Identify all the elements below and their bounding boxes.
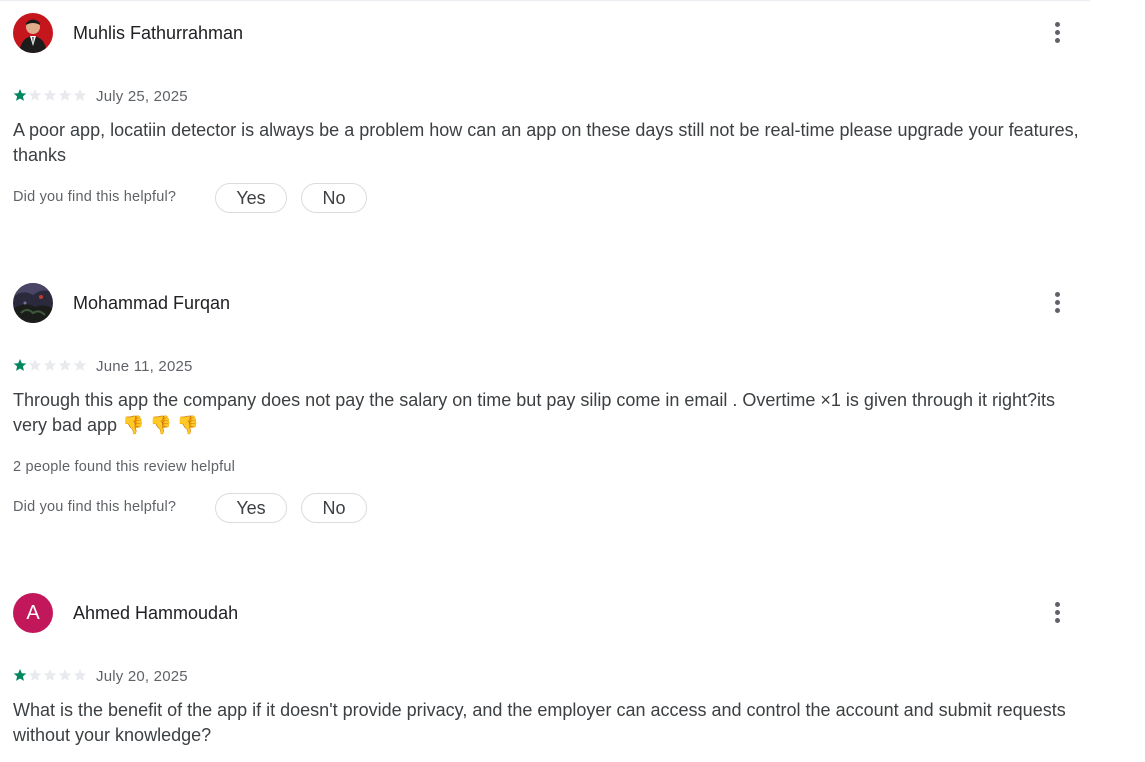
review-text: Through this app the company does not pa…: [13, 390, 1056, 435]
review-card: A Ahmed Hammoudah July 20, 2025 What is …: [13, 593, 1093, 745]
avatar: [13, 13, 53, 53]
helpful-row: Did you find this helpful? Yes No: [13, 183, 373, 213]
review-header: A Ahmed Hammoudah: [13, 593, 1093, 633]
review-card: Muhlis Fathurrahman July 25, 2025 A poor…: [13, 13, 1093, 213]
no-button[interactable]: No: [301, 493, 367, 523]
helpful-question: Did you find this helpful?: [13, 189, 177, 205]
no-button[interactable]: No: [301, 183, 367, 213]
review-text: What is the benefit of the app if it doe…: [13, 700, 1066, 745]
avatar: A: [13, 593, 53, 633]
helpful-row: Did you find this helpful? Yes No: [13, 493, 373, 523]
more-vert-icon[interactable]: [1043, 599, 1071, 627]
yes-button[interactable]: Yes: [215, 183, 287, 213]
star-rating: [13, 668, 88, 684]
review-date: July 25, 2025: [96, 88, 188, 105]
review-text: A poor app, locatiin detector is always …: [13, 120, 1079, 165]
review-author: Muhlis Fathurrahman: [73, 23, 244, 43]
star-rating: [13, 358, 88, 374]
avatar: [13, 283, 53, 323]
star-icon: [13, 89, 27, 101]
top-divider: [0, 0, 1090, 2]
review-author: Ahmed Hammoudah: [73, 603, 239, 623]
yes-button[interactable]: Yes: [215, 493, 287, 523]
helpful-count: 2 people found this review helpful: [13, 459, 236, 475]
more-vert-icon[interactable]: [1043, 19, 1071, 47]
star-icon: [13, 669, 27, 681]
star-rating: [13, 88, 88, 104]
review-header: Muhlis Fathurrahman: [13, 13, 1093, 53]
review-date: July 20, 2025: [96, 668, 188, 685]
review-date: June 11, 2025: [96, 358, 193, 375]
review-author: Mohammad Furqan: [73, 293, 231, 313]
helpful-question: Did you find this helpful?: [13, 499, 177, 515]
review-card: Mohammad Furqan June 11, 2025 Through th…: [13, 283, 1093, 523]
star-icon: [13, 359, 27, 371]
review-header: Mohammad Furqan: [13, 283, 1093, 323]
more-vert-icon[interactable]: [1043, 289, 1071, 317]
